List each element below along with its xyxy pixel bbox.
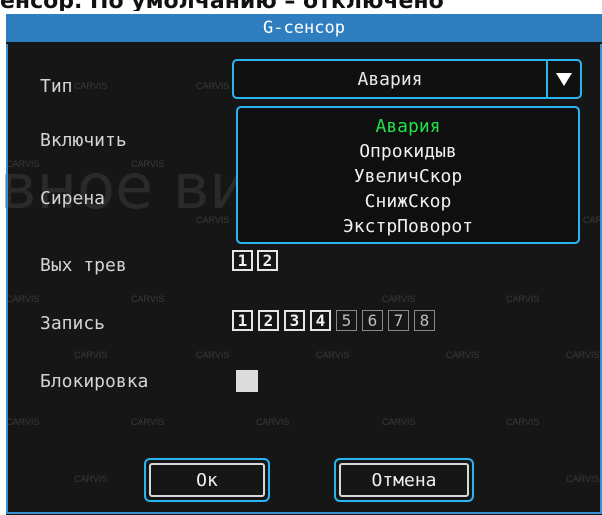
record-channel-checkbox-8[interactable]: 8 xyxy=(414,310,435,331)
cancel-button[interactable]: Отмена xyxy=(334,458,474,502)
g-sensor-dialog: вное видео набл CARVIS CARVIS CARVIS CAR… xyxy=(0,14,602,515)
dropdown-option-acceleration[interactable]: УвеличСкор xyxy=(238,164,578,189)
ok-button[interactable]: Ок xyxy=(144,458,270,502)
alarm-out-checkbox-2[interactable]: 2 xyxy=(257,250,278,271)
record-channel-checkbox-7[interactable]: 7 xyxy=(388,310,409,331)
type-dropdown-list: Авария Опрокидыв УвеличСкор СнижСкор Экс… xyxy=(236,106,580,244)
record-channel-checkbox-6[interactable]: 6 xyxy=(362,310,383,331)
record-channel-checkbox-4[interactable]: 4 xyxy=(310,310,331,331)
dropdown-option-rollover[interactable]: Опрокидыв xyxy=(238,139,578,164)
siren-label: Сирена xyxy=(40,188,106,209)
record-channel-checkbox-3[interactable]: 3 xyxy=(284,310,305,331)
lock-checkbox[interactable] xyxy=(236,370,258,392)
type-label: Тип xyxy=(40,76,73,97)
cancel-button-label: Отмена xyxy=(339,463,469,497)
record-channel-checkbox-1[interactable]: 1 xyxy=(232,310,253,331)
enable-label: Включить xyxy=(40,130,127,151)
page-caption: енсор. По умолчанию – отключено xyxy=(0,0,602,11)
alarm-out-checkbox-1[interactable]: 1 xyxy=(232,250,253,271)
dropdown-option-crash[interactable]: Авария xyxy=(238,114,578,139)
alarm-out-label: Вых трев xyxy=(40,255,127,276)
type-select[interactable]: Авария xyxy=(232,59,582,99)
lock-label: Блокировка xyxy=(40,371,149,392)
ok-button-label: Ок xyxy=(149,463,265,497)
record-channel-checkbox-5[interactable]: 5 xyxy=(336,310,357,331)
dropdown-option-sharp-turn[interactable]: ЭкстрПоворот xyxy=(238,214,578,239)
dialog-title: G-сенсор xyxy=(6,14,602,42)
type-select-value: Авария xyxy=(357,68,423,90)
dropdown-option-deceleration[interactable]: СнижСкор xyxy=(238,189,578,214)
dropdown-arrow[interactable] xyxy=(546,61,580,97)
record-label: Запись xyxy=(40,313,106,334)
triangle-down-icon xyxy=(556,72,572,86)
record-channel-checkbox-2[interactable]: 2 xyxy=(258,310,279,331)
